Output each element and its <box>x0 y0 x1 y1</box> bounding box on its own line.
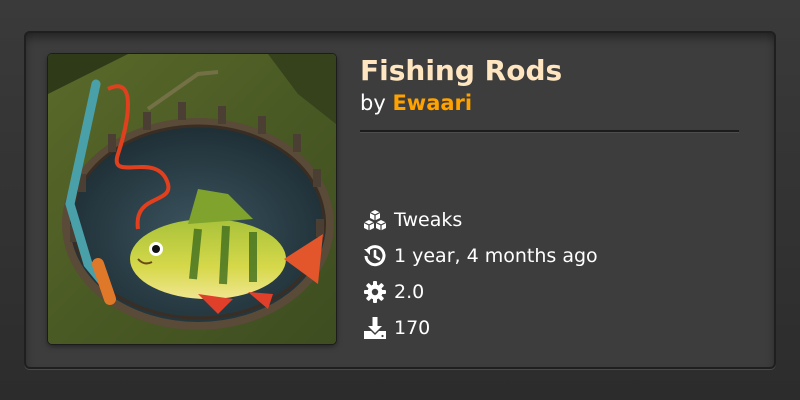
history-icon <box>362 243 388 269</box>
updated-row: 1 year, 4 months ago <box>362 243 598 269</box>
mod-title[interactable]: Fishing Rods <box>360 54 562 87</box>
downloads-row: 170 <box>362 315 430 341</box>
author-line: by Ewaari <box>360 91 472 115</box>
version-text: 2.0 <box>394 281 425 303</box>
category-label: Tweaks <box>394 209 463 231</box>
divider <box>360 130 739 133</box>
version-row: 2.0 <box>362 279 424 305</box>
page-background: Fishing Rods by Ewaari Tweaks 1 year, 4 … <box>0 0 800 400</box>
download-icon <box>362 315 388 341</box>
mod-thumbnail[interactable] <box>48 54 336 344</box>
by-prefix: by <box>360 91 386 115</box>
category-row: Tweaks <box>362 207 462 233</box>
cubes-icon <box>362 207 388 233</box>
downloads-count: 170 <box>394 317 431 339</box>
fishing-thumbnail-image <box>48 54 336 344</box>
author-link[interactable]: Ewaari <box>392 91 472 115</box>
updated-text: 1 year, 4 months ago <box>394 245 598 267</box>
gear-icon <box>362 279 388 305</box>
